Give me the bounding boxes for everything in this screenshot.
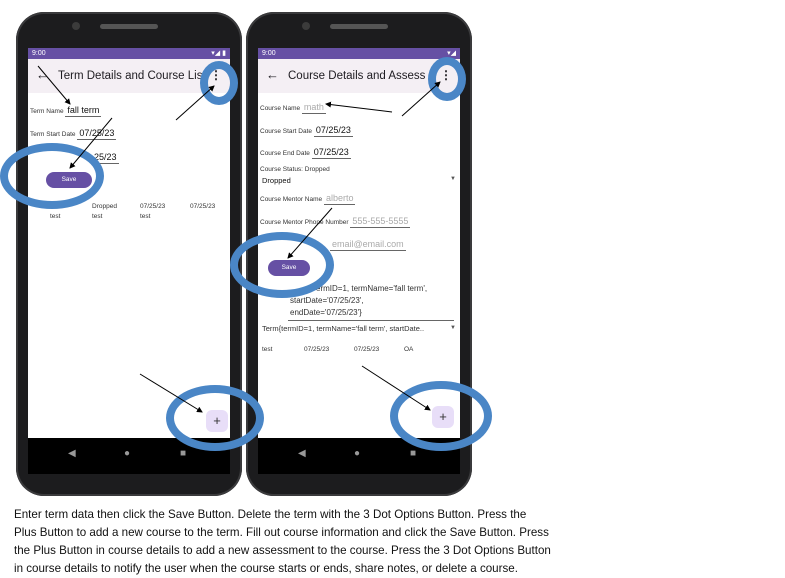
arrow-to-save-1 — [69, 117, 113, 169]
instructions-line: Plus Button to add a new course to the t… — [14, 526, 549, 539]
arrow-to-menu-2 — [401, 81, 441, 117]
arrow-to-term-name — [37, 65, 71, 105]
arrow-to-save-2 — [287, 207, 333, 259]
arrow-to-fab-1 — [139, 373, 203, 413]
instructions-line: Enter term data then click the Save Butt… — [14, 508, 527, 521]
arrow-to-menu-1 — [175, 85, 215, 121]
arrow-to-course-name — [325, 101, 393, 113]
instructions-line: the Plus Button in course details to add… — [14, 544, 551, 557]
arrow-to-fab-2 — [361, 365, 431, 411]
annotation-arrows — [37, 65, 441, 413]
instructions-paragraph: Enter term data then click the Save Butt… — [14, 506, 614, 578]
instructions-line: in course details to notify the user whe… — [14, 562, 518, 575]
